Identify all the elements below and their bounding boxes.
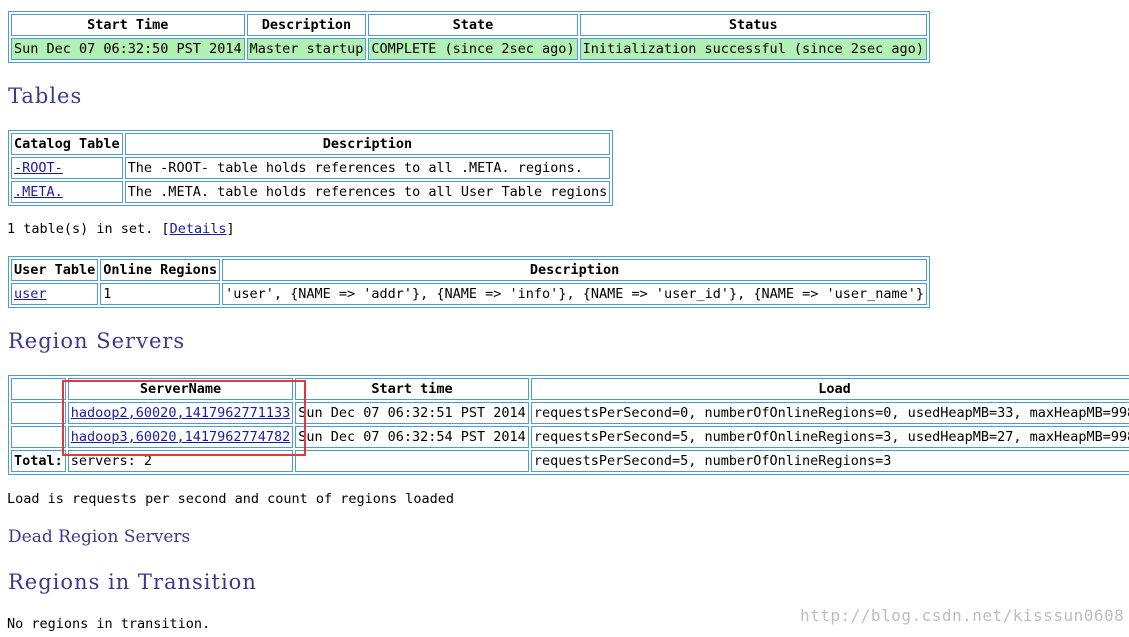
table-row: -ROOT- The -ROOT- table holds references… — [11, 157, 611, 179]
total-label: Total: — [11, 450, 66, 472]
catalog-description-cell: The -ROOT- table holds references to all… — [124, 157, 611, 179]
table-row: Sun Dec 07 06:32:50 PST 2014 Master star… — [11, 38, 927, 60]
dead-region-servers-heading: Dead Region Servers — [8, 527, 191, 547]
col-user-description: Description — [222, 259, 928, 281]
state-cell: COMPLETE (since 2sec ago) — [368, 38, 578, 60]
col-load: Load — [530, 378, 1129, 400]
col-user-table: User Table — [11, 259, 99, 281]
col-online-regions: Online Regions — [100, 259, 221, 281]
watermark-text: http://blog.csdn.net/kisssun0608 — [800, 606, 1125, 625]
description-cell: Master startup — [246, 38, 367, 60]
col-catalog-table: Catalog Table — [11, 133, 123, 155]
details-link[interactable]: Details — [170, 221, 227, 237]
tables-count-text: 1 table(s) in set. [Details] — [7, 221, 235, 237]
catalog-description-cell: The .META. table holds references to all… — [124, 181, 611, 203]
col-description: Description — [246, 14, 367, 36]
online-regions-cell: 1 — [100, 283, 221, 305]
master-status-table: Start Time Description State Status Sun … — [8, 11, 930, 63]
user-table: User Table Online Regions Description us… — [8, 256, 931, 308]
start-time-cell: Sun Dec 07 06:32:50 PST 2014 — [11, 38, 245, 60]
root-table-link[interactable]: -ROOT- — [14, 160, 63, 176]
server-load-cell: requestsPerSecond=5, numberOfOnlineRegio… — [530, 426, 1129, 448]
tables-heading: Tables — [8, 84, 83, 108]
table-row: .META. The .META. table holds references… — [11, 181, 611, 203]
server-load-cell: requestsPerSecond=0, numberOfOnlineRegio… — [530, 402, 1129, 424]
col-status: Status — [579, 14, 927, 36]
col-state: State — [368, 14, 578, 36]
col-catalog-description: Description — [124, 133, 611, 155]
transition-note: No regions in transition. — [7, 616, 211, 632]
user-table-link[interactable]: user — [14, 286, 47, 302]
regions-in-transition-heading: Regions in Transition — [8, 570, 257, 594]
load-note: Load is requests per second and count of… — [7, 491, 455, 507]
total-load-cell: requestsPerSecond=5, numberOfOnlineRegio… — [530, 450, 1129, 472]
col-start-time: Start time — [295, 378, 529, 400]
meta-table-link[interactable]: .META. — [14, 184, 63, 200]
region-servers-heading: Region Servers — [8, 329, 186, 353]
server-start-cell: Sun Dec 07 06:32:51 PST 2014 — [295, 402, 529, 424]
catalog-table: Catalog Table Description -ROOT- The -RO… — [8, 130, 614, 206]
col-blank — [11, 378, 66, 400]
server-start-cell: Sun Dec 07 06:32:54 PST 2014 — [295, 426, 529, 448]
highlight-box — [62, 380, 306, 456]
table-row: user 1 'user', {NAME => 'addr'}, {NAME =… — [11, 283, 928, 305]
user-description-cell: 'user', {NAME => 'addr'}, {NAME => 'info… — [222, 283, 928, 305]
status-cell: Initialization successful (since 2sec ag… — [579, 38, 927, 60]
col-start-time: Start Time — [11, 14, 245, 36]
